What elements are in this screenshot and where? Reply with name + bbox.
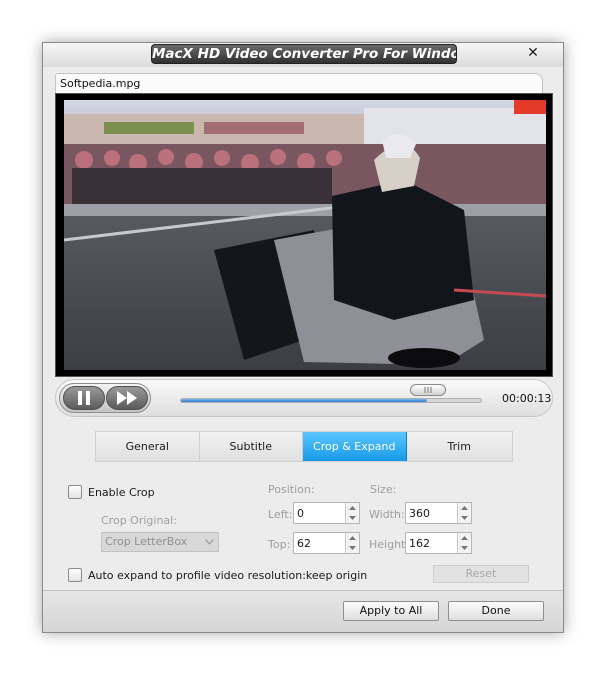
width-stepper[interactable] [405, 502, 472, 524]
title-bar[interactable]: MacX HD Video Converter Pro For Windows … [43, 43, 563, 67]
left-input[interactable] [294, 503, 346, 523]
close-button[interactable]: ✕ [521, 44, 545, 64]
width-input[interactable] [406, 503, 458, 523]
crop-original-label: Crop Original: [101, 514, 177, 527]
top-input[interactable] [294, 533, 346, 553]
file-tab[interactable]: Softpedia.mpg [55, 73, 543, 93]
playback-time: 00:00:13 [502, 392, 552, 405]
width-decrement-button[interactable] [458, 513, 471, 523]
seek-bar-fill [181, 399, 427, 402]
tab-crop-expand[interactable]: Crop & Expand [303, 432, 407, 461]
tab-subtitle[interactable]: Subtitle [200, 432, 303, 461]
fast-forward-button[interactable] [106, 386, 148, 410]
left-stepper[interactable] [293, 502, 360, 524]
size-label: Size: [370, 483, 397, 496]
height-input[interactable] [406, 533, 458, 553]
arrow-up-icon [349, 536, 356, 540]
chevron-down-icon [205, 539, 214, 545]
top-stepper[interactable] [293, 532, 360, 554]
settings-tabs: General Subtitle Crop & Expand Trim [95, 431, 513, 462]
crop-original-dropdown[interactable]: Crop LetterBox [101, 532, 219, 552]
top-decrement-button[interactable] [346, 543, 359, 553]
grip-icon [424, 387, 432, 393]
arrow-up-icon [349, 506, 356, 510]
height-stepper-buttons [457, 533, 471, 553]
apply-to-all-button[interactable]: Apply to All [343, 601, 439, 621]
pause-button[interactable] [63, 386, 105, 410]
enable-crop-label: Enable Crop [88, 486, 155, 499]
width-stepper-buttons [457, 503, 471, 523]
height-stepper[interactable] [405, 532, 472, 554]
tab-trim[interactable]: Trim [407, 432, 512, 461]
auto-expand-label: Auto expand to profile video resolution:… [88, 569, 368, 582]
fast-forward-icon [117, 391, 137, 405]
height-decrement-button[interactable] [458, 543, 471, 553]
crop-original-value: Crop LetterBox [105, 535, 188, 548]
arrow-down-icon [349, 546, 356, 550]
left-stepper-buttons [345, 503, 359, 523]
window-title: MacX HD Video Converter Pro For Windows [151, 44, 457, 64]
video-preview [55, 93, 553, 377]
converter-dialog: MacX HD Video Converter Pro For Windows … [42, 42, 564, 633]
width-label: Width: [369, 508, 405, 521]
left-label: Left: [268, 508, 293, 521]
enable-crop-checkbox[interactable] [68, 485, 82, 499]
auto-expand-checkbox[interactable] [68, 568, 82, 582]
tab-general[interactable]: General [96, 432, 200, 461]
arrow-up-icon [461, 506, 468, 510]
arrow-down-icon [461, 546, 468, 550]
top-stepper-buttons [345, 533, 359, 553]
reset-button[interactable]: Reset [433, 565, 529, 583]
arrow-up-icon [461, 536, 468, 540]
video-frame-image [64, 100, 546, 370]
done-button[interactable]: Done [448, 601, 544, 621]
dialog-footer: Apply to All Done [43, 590, 563, 632]
playback-controls: 00:00:13 [55, 379, 553, 417]
height-label: Height: [369, 538, 410, 551]
left-decrement-button[interactable] [346, 513, 359, 523]
pause-icon [78, 391, 90, 405]
seek-thumb[interactable] [409, 384, 446, 396]
seek-bar[interactable] [180, 398, 482, 403]
arrow-down-icon [461, 516, 468, 520]
arrow-down-icon [349, 516, 356, 520]
top-label: Top: [268, 538, 291, 551]
playback-buttons [59, 383, 151, 413]
position-label: Position: [268, 483, 315, 496]
